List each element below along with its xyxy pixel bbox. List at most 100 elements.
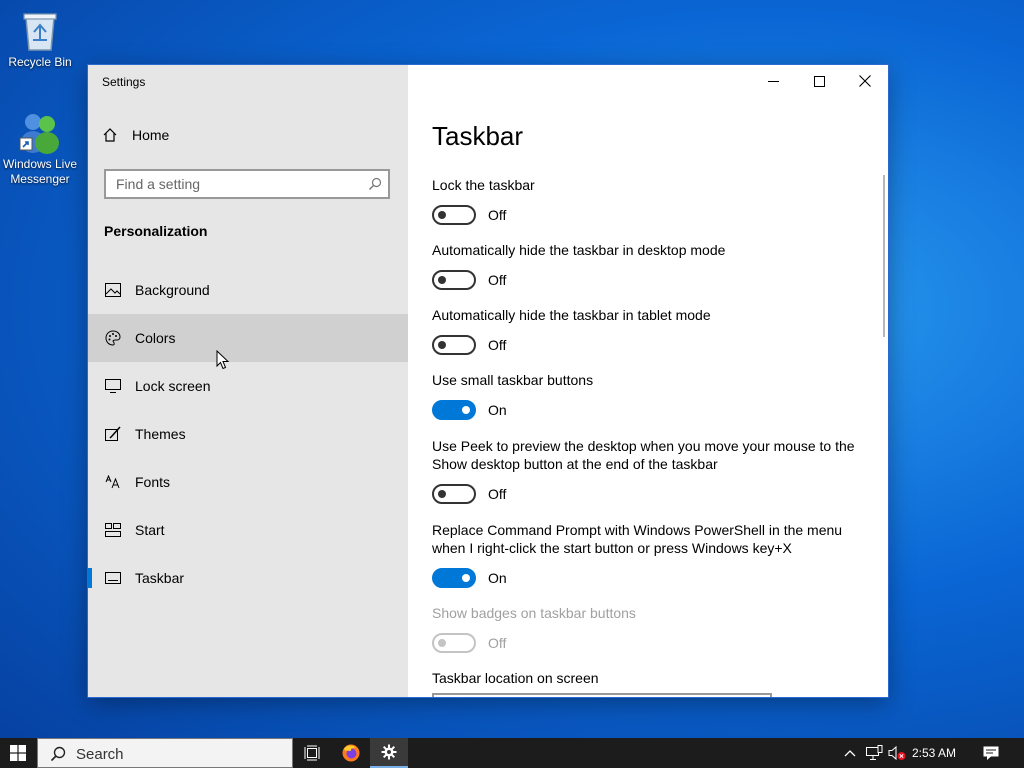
volume-tray-button[interactable] (887, 738, 907, 768)
start-button[interactable] (0, 738, 36, 768)
toggle-state: Off (488, 635, 507, 651)
mouse-cursor-icon (216, 350, 230, 370)
network-tray-button[interactable] (864, 738, 884, 768)
maximize-icon (813, 75, 825, 87)
gear-icon (381, 744, 397, 760)
action-center-button[interactable] (978, 738, 1004, 768)
setting-badges: Show badges on taskbar buttons Off (432, 604, 872, 653)
messenger-icon (19, 114, 59, 154)
minimize-icon (767, 80, 779, 82)
notification-icon (983, 746, 999, 760)
setting-lock-taskbar: Lock the taskbar Off (432, 176, 872, 225)
volume-muted-icon (888, 745, 906, 761)
setting-label-line-2: Show desktop button at the end of the ta… (432, 456, 718, 472)
taskbar: Search 2:53 AM (0, 738, 1024, 768)
autohide-desktop-toggle[interactable] (432, 270, 476, 290)
lock-taskbar-toggle[interactable] (432, 205, 476, 225)
close-icon (859, 75, 871, 87)
setting-powershell: Replace Command Prompt with Windows Powe… (432, 521, 872, 588)
home-link[interactable]: Home (102, 127, 169, 143)
sidebar: Settings Home Personalization Background (88, 65, 408, 697)
setting-peek: Use Peek to preview the desktop when you… (432, 437, 872, 504)
home-label: Home (132, 127, 170, 143)
search-icon (50, 746, 66, 762)
firefox-taskbar-button[interactable] (332, 738, 370, 768)
setting-location: Taskbar location on screen (432, 669, 872, 687)
badges-toggle (432, 633, 476, 653)
sidebar-item-label: Start (135, 522, 165, 538)
setting-label: Show badges on taskbar buttons (432, 605, 636, 621)
toggle-state: Off (488, 272, 507, 288)
setting-label: Use small taskbar buttons (432, 372, 594, 388)
maximize-button[interactable] (796, 65, 842, 97)
setting-label-line-2: when I right-click the start button or p… (432, 540, 792, 556)
desktop-icon-label: Windows Live Messenger (2, 157, 78, 186)
setting-label: Lock the taskbar (432, 177, 535, 193)
sidebar-item-lock-screen[interactable]: Lock screen (88, 362, 408, 410)
desktop-icon-recycle-bin[interactable]: Recycle Bin (0, 8, 80, 70)
setting-label: Automatically hide the taskbar in tablet… (432, 307, 711, 323)
task-view-icon (304, 745, 320, 761)
sidebar-item-label: Taskbar (135, 570, 185, 586)
sidebar-item-label: Background (135, 282, 210, 298)
setting-label-line-1: Use Peek to preview the desktop when you… (432, 438, 855, 454)
task-view-button[interactable] (293, 738, 331, 768)
home-icon (103, 128, 117, 142)
window-title: Settings (102, 75, 146, 89)
chevron-up-icon (844, 750, 856, 757)
picture-icon (103, 280, 123, 300)
network-icon (866, 745, 883, 760)
taskbar-location-dropdown[interactable] (432, 693, 772, 697)
sidebar-item-label: Fonts (135, 474, 171, 490)
sidebar-item-label: Lock screen (135, 378, 211, 394)
start-tiles-icon (103, 520, 123, 540)
monitor-icon (103, 376, 123, 396)
small-buttons-toggle[interactable] (432, 400, 476, 420)
peek-toggle[interactable] (432, 484, 476, 504)
firefox-icon (342, 744, 360, 762)
sidebar-nav: Background Colors Lock screen Themes Fon… (88, 266, 408, 602)
close-button[interactable] (842, 65, 888, 97)
settings-window: Settings Home Personalization Background (88, 65, 888, 697)
settings-taskbar-button[interactable] (370, 738, 408, 768)
setting-autohide-desktop: Automatically hide the taskbar in deskto… (432, 241, 872, 290)
setting-label: Automatically hide the taskbar in deskto… (432, 242, 726, 258)
page-title: Taskbar (432, 121, 524, 151)
section-title: Personalization (104, 223, 208, 239)
toggle-state: On (488, 570, 507, 586)
show-hidden-icons-button[interactable] (841, 738, 859, 768)
setting-label-line-1: Replace Command Prompt with Windows Powe… (432, 522, 843, 538)
content-scrollbar[interactable] (883, 175, 885, 337)
desktop-icon-messenger[interactable]: Windows Live Messenger (0, 110, 80, 187)
autohide-tablet-toggle[interactable] (432, 335, 476, 355)
sidebar-item-fonts[interactable]: Fonts (88, 458, 408, 506)
windows-logo-icon (10, 745, 26, 761)
toggle-state: Off (488, 207, 507, 223)
taskbar-search-label: Search (76, 746, 124, 763)
taskbar-clock[interactable]: 2:53 AM (912, 746, 956, 760)
sidebar-item-start[interactable]: Start (88, 506, 408, 554)
minimize-button[interactable] (750, 65, 796, 97)
setting-label: Taskbar location on screen (432, 670, 599, 686)
sidebar-item-label: Themes (135, 426, 186, 442)
palette-icon (103, 328, 123, 348)
toggle-state: Off (488, 337, 507, 353)
sidebar-item-taskbar[interactable]: Taskbar (88, 554, 408, 602)
setting-small-buttons: Use small taskbar buttons On (432, 371, 872, 420)
search-icon[interactable] (368, 177, 382, 191)
desktop-icon-label: Recycle Bin (8, 55, 72, 69)
sidebar-item-colors[interactable]: Colors (88, 314, 408, 362)
powershell-toggle[interactable] (432, 568, 476, 588)
font-icon (103, 472, 123, 492)
sidebar-item-background[interactable]: Background (88, 266, 408, 314)
taskbar-icon (103, 568, 123, 588)
recycle-bin-icon (23, 13, 57, 51)
sidebar-item-label: Colors (135, 330, 176, 346)
find-setting-search[interactable] (104, 169, 390, 199)
taskbar-search-box[interactable]: Search (37, 738, 293, 768)
toggle-state: On (488, 402, 507, 418)
sidebar-item-themes[interactable]: Themes (88, 410, 408, 458)
search-input[interactable] (116, 176, 356, 192)
setting-autohide-tablet: Automatically hide the taskbar in tablet… (432, 306, 872, 355)
brush-icon (103, 424, 123, 444)
